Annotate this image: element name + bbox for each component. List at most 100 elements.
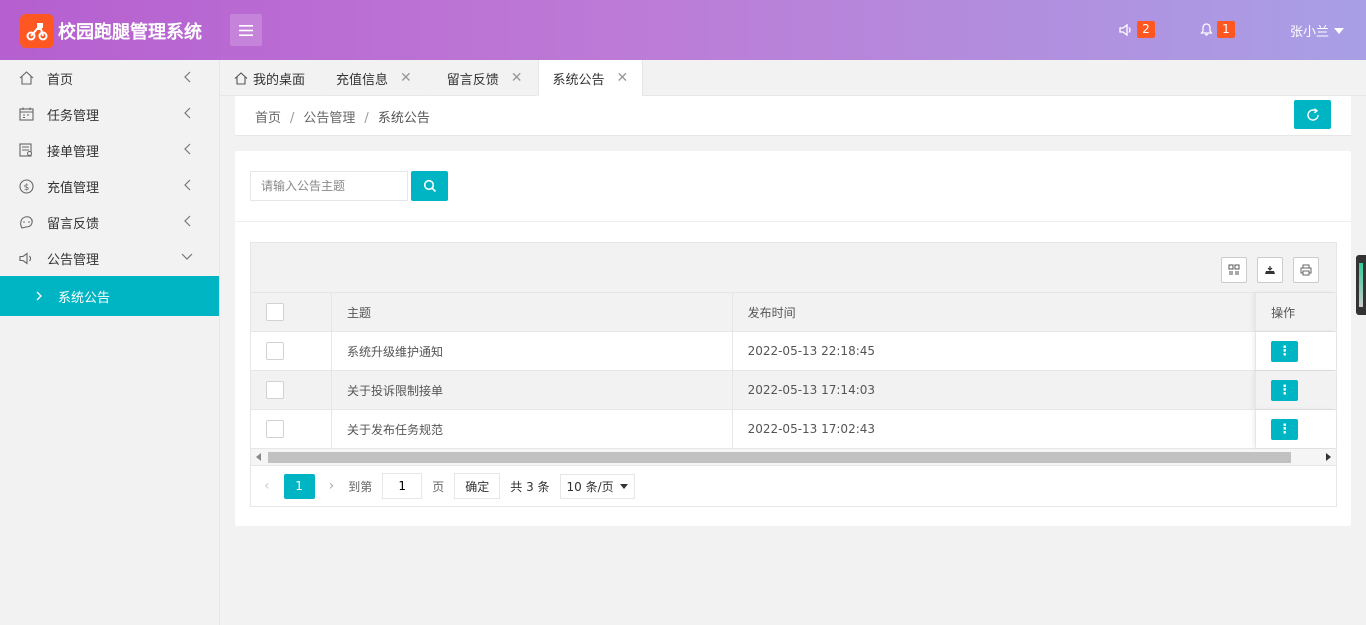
notice-button[interactable]: 2 (1119, 21, 1155, 38)
hamburger-icon (239, 24, 253, 36)
page-size-select[interactable]: 10 条/页 (559, 473, 635, 499)
tab-recharge-info[interactable]: 充值信息 ✕ (322, 60, 427, 96)
refresh-button[interactable] (1294, 100, 1331, 129)
chevron-left-icon (184, 107, 191, 119)
order-icon (18, 142, 34, 158)
search-input[interactable] (250, 171, 408, 201)
table-row[interactable]: 关于投诉限制接单 2022-05-13 17:14:03 ⋮ (251, 371, 1336, 410)
scroll-left-icon[interactable] (256, 453, 261, 461)
table-row[interactable]: 关于发布任务规范 2022-05-13 17:02:43 ⋮ (251, 410, 1336, 449)
breadcrumb-bar: 首页 / 公告管理 / 系统公告 (235, 96, 1351, 136)
cell-time: 2022-05-13 22:18:45 (747, 344, 876, 358)
chevron-left-icon (184, 215, 191, 227)
tab-system-notice[interactable]: 系统公告 ✕ (537, 60, 644, 96)
export-button[interactable] (1257, 257, 1283, 283)
row-checkbox[interactable] (266, 342, 284, 360)
widget-bar-icon (1359, 263, 1363, 307)
scroll-thumb[interactable] (268, 452, 1291, 463)
bell-icon (1200, 23, 1213, 36)
sidebar-item-tasks[interactable]: 任务管理 (0, 96, 219, 132)
side-widget-handle[interactable] (1356, 255, 1366, 315)
sidebar-item-feedback[interactable]: 留言反馈 (0, 204, 219, 240)
scroll-right-icon[interactable] (1326, 453, 1331, 461)
goto-confirm-button[interactable]: 确定 (454, 473, 501, 499)
goto-page-input[interactable] (382, 473, 423, 499)
total-count: 共 3 条 (510, 479, 550, 494)
speaker-icon (18, 250, 34, 266)
sidebar-item-label: 充值管理 (47, 180, 100, 196)
cell-subject: 系统升级维护通知 (332, 332, 733, 370)
column-header-time[interactable]: 发布时间 (733, 293, 1256, 331)
chevron-down-icon (181, 253, 193, 260)
calendar-icon (18, 106, 34, 122)
app-logo: 校园跑腿管理系统 (20, 14, 202, 48)
user-menu[interactable]: 张小兰 (1290, 21, 1345, 40)
svg-text:$: $ (23, 183, 29, 193)
tab-label: 充值信息 (336, 72, 389, 88)
close-icon[interactable]: ✕ (400, 70, 412, 86)
close-icon[interactable]: ✕ (617, 70, 629, 86)
speaker-icon (1119, 23, 1131, 36)
search-button[interactable] (411, 171, 448, 201)
tab-bar: 我的桌面 充值信息 ✕ 留言反馈 ✕ 系统公告 ✕ (220, 60, 1366, 96)
select-all-checkbox[interactable] (266, 303, 284, 321)
search-icon (423, 179, 436, 193)
sidebar-subitem-system-notice[interactable]: 系统公告 (0, 276, 219, 316)
page-label: 页 (432, 479, 445, 494)
sidebar-item-home[interactable]: 首页 (0, 60, 219, 96)
breadcrumb-home[interactable]: 首页 (255, 111, 281, 126)
sidebar-subitem-label: 系统公告 (58, 290, 111, 306)
app-title: 校园跑腿管理系统 (58, 22, 202, 43)
tab-label: 我的桌面 (253, 72, 306, 88)
horizontal-scrollbar[interactable] (251, 449, 1336, 466)
bell-button[interactable]: 1 (1200, 21, 1235, 38)
more-actions-button[interactable]: ⋮ (1271, 418, 1299, 440)
sidebar-item-recharge[interactable]: $ 充值管理 (0, 168, 219, 204)
next-page-icon[interactable]: › (329, 478, 335, 494)
content-card: 主题 发布时间 操作 系统升级维护通知 2022-05-13 22:18:45 … (235, 151, 1351, 526)
goto-label: 到第 (348, 479, 373, 494)
data-table: 主题 发布时间 操作 系统升级维护通知 2022-05-13 22:18:45 … (250, 242, 1337, 507)
home-icon (18, 70, 34, 86)
sidebar-item-orders[interactable]: 接单管理 (0, 132, 219, 168)
sidebar-item-announcements[interactable]: 公告管理 (0, 240, 219, 276)
table-row[interactable]: 系统升级维护通知 2022-05-13 22:18:45 ⋮ (251, 332, 1336, 371)
current-page[interactable]: 1 (283, 473, 315, 499)
refresh-icon (1306, 107, 1319, 121)
chevron-left-icon (184, 179, 191, 191)
top-header: 校园跑腿管理系统 2 1 张小兰 (0, 0, 1366, 60)
notice-badge: 2 (1137, 21, 1155, 38)
home-icon (234, 71, 248, 85)
page-size-value: 10 条/页 (566, 479, 614, 494)
tab-label: 系统公告 (552, 72, 605, 88)
row-checkbox[interactable] (266, 381, 284, 399)
more-actions-button[interactable]: ⋮ (1271, 379, 1299, 401)
breadcrumb-section[interactable]: 公告管理 (303, 111, 355, 126)
menu-toggle-button[interactable] (230, 14, 262, 46)
tab-feedback[interactable]: 留言反馈 ✕ (427, 60, 538, 96)
prev-page-icon[interactable]: ‹ (264, 478, 270, 494)
tab-label: 留言反馈 (446, 72, 499, 88)
cell-time: 2022-05-13 17:14:03 (747, 383, 876, 397)
more-actions-button[interactable]: ⋮ (1271, 340, 1299, 362)
columns-filter-button[interactable] (1221, 257, 1247, 283)
column-header-subject[interactable]: 主题 (332, 293, 733, 331)
sidebar: 首页 任务管理 接单管理 $ 充值管理 留言反馈 公告管理 系统公告 (0, 60, 220, 625)
scooter-icon (20, 14, 54, 48)
close-icon[interactable]: ✕ (511, 70, 523, 86)
sidebar-item-label: 任务管理 (47, 108, 100, 124)
search-row (250, 171, 448, 201)
print-icon (1300, 264, 1312, 276)
caret-down-icon (1334, 27, 1345, 34)
pagination: ‹ 1 › 到第 页 确定 共 3 条 10 条/页 (251, 466, 1336, 506)
chevron-left-icon (184, 143, 191, 155)
breadcrumb-separator: / (290, 111, 295, 126)
chevron-down-icon (619, 483, 628, 489)
export-icon (1265, 266, 1275, 274)
columns-icon (1228, 264, 1240, 275)
table-header-row: 主题 发布时间 操作 (251, 293, 1336, 332)
tab-desktop[interactable]: 我的桌面 (220, 60, 323, 96)
chevron-right-icon (36, 291, 42, 301)
row-checkbox[interactable] (266, 420, 284, 438)
print-button[interactable] (1293, 257, 1319, 283)
